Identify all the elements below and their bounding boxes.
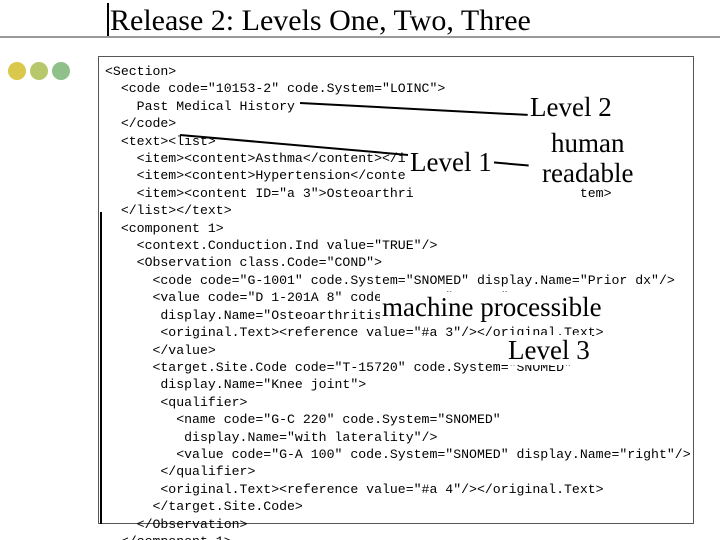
vertical-line bbox=[100, 212, 102, 524]
dot-icon bbox=[52, 62, 70, 80]
annotation-human-readable: humanreadable bbox=[540, 128, 635, 188]
annotation-level2: Level 2 bbox=[528, 92, 614, 122]
annotation-level3: Level 3 bbox=[506, 335, 592, 365]
annotation-machine-processible: machine processible bbox=[380, 292, 604, 322]
dot-icon bbox=[8, 62, 26, 80]
decorative-dots bbox=[8, 62, 70, 80]
slide-title: Release 2: Levels One, Two, Three bbox=[110, 4, 531, 38]
title-underline bbox=[0, 36, 720, 38]
dot-icon bbox=[30, 62, 48, 80]
annotation-level1: Level 1 bbox=[408, 147, 494, 177]
text-cursor bbox=[107, 3, 109, 37]
code-box: <Section> <code code="10153-2" code.Syst… bbox=[98, 56, 694, 524]
